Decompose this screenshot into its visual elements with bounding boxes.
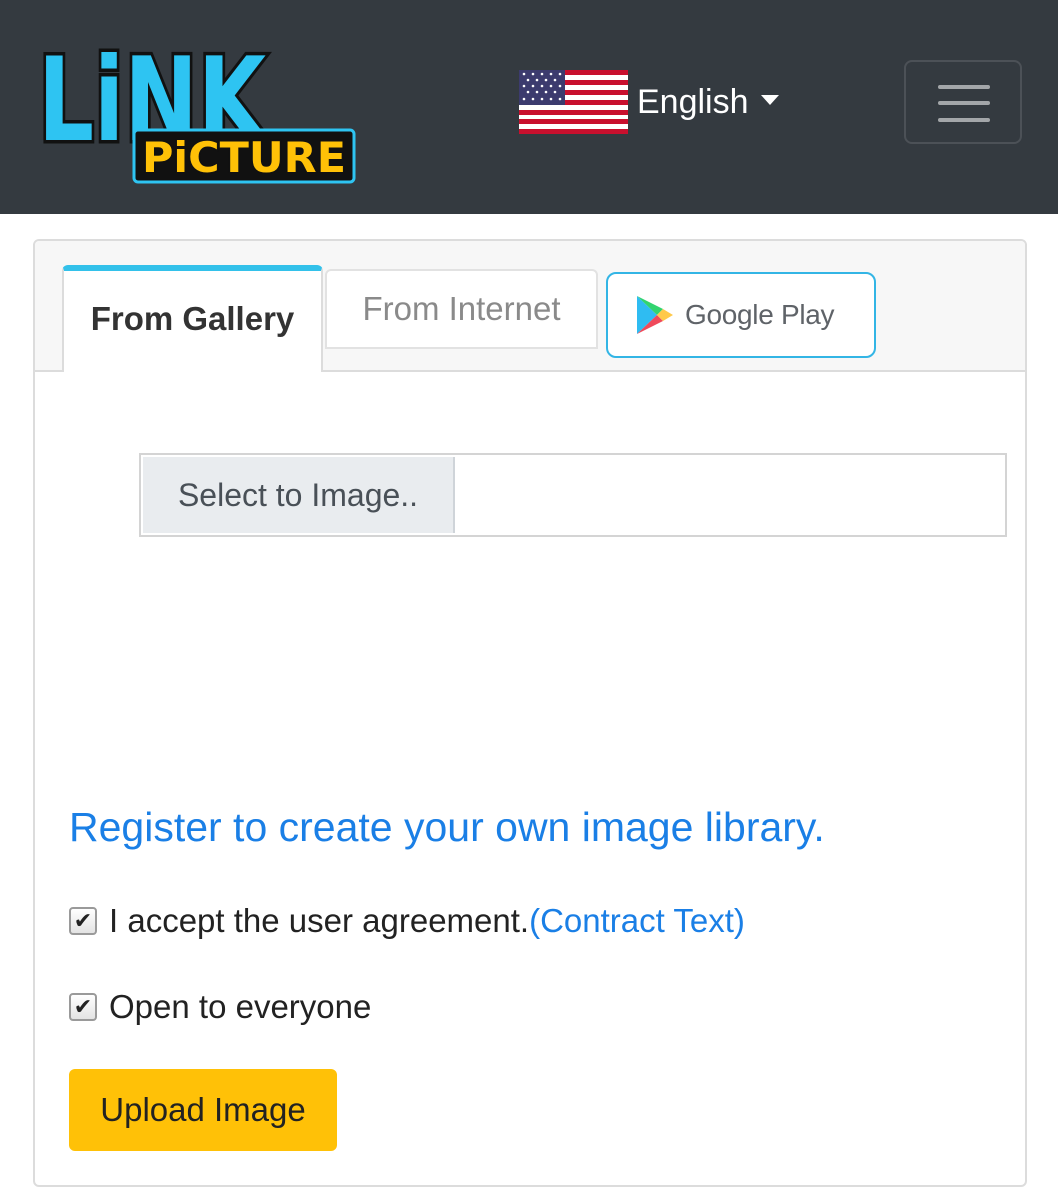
open-to-everyone-row: ✔ Open to everyone xyxy=(69,988,371,1026)
us-flag-icon xyxy=(519,70,628,134)
upload-card: From Gallery From Internet Google Play S… xyxy=(33,239,1027,1187)
google-play-button[interactable]: Google Play xyxy=(606,272,876,358)
hamburger-menu-button[interactable] xyxy=(904,60,1022,144)
user-agreement-label: I accept the user agreement.(Contract Te… xyxy=(109,902,745,940)
contract-text-link[interactable]: (Contract Text) xyxy=(529,902,745,939)
upload-image-button[interactable]: Upload Image xyxy=(69,1069,337,1151)
upload-image-label: Upload Image xyxy=(100,1091,306,1128)
top-navbar: LiNK PiCTURE English xyxy=(0,0,1058,214)
open-to-everyone-checkbox[interactable]: ✔ xyxy=(69,993,97,1021)
google-play-label: Google Play xyxy=(685,299,835,330)
image-file-input[interactable]: Select to Image.. xyxy=(139,453,1007,537)
google-play-icon xyxy=(637,296,673,334)
caret-down-icon xyxy=(760,95,779,105)
checkmark-icon: ✔ xyxy=(73,994,93,1019)
open-to-everyone-label: Open to everyone xyxy=(109,988,372,1025)
user-agreement-text: I accept the user agreement. xyxy=(109,902,530,939)
tab-from-gallery-label: From Gallery xyxy=(90,299,295,337)
tab-from-internet-label: From Internet xyxy=(362,290,561,327)
register-link[interactable]: Register to create your own image librar… xyxy=(69,804,825,851)
tab-from-internet[interactable]: From Internet xyxy=(325,269,598,349)
select-image-label: Select to Image.. xyxy=(177,476,419,513)
checkmark-icon: ✔ xyxy=(73,908,93,933)
user-agreement-checkbox[interactable]: ✔ xyxy=(69,907,97,935)
link-picture-logo-graphic: LiNK PiCTURE xyxy=(35,30,356,184)
select-image-button[interactable]: Select to Image.. xyxy=(143,457,455,533)
logo-word-picture: PiCTURE xyxy=(142,133,346,182)
brand-logo[interactable]: LiNK PiCTURE xyxy=(34,22,356,188)
language-dropdown[interactable]: English xyxy=(519,70,779,134)
user-agreement-row: ✔ I accept the user agreement.(Contract … xyxy=(69,902,745,940)
tab-from-gallery[interactable]: From Gallery xyxy=(62,265,323,372)
card-header-tabs: From Gallery From Internet Google Play xyxy=(35,241,1025,372)
language-label: English xyxy=(637,83,749,121)
